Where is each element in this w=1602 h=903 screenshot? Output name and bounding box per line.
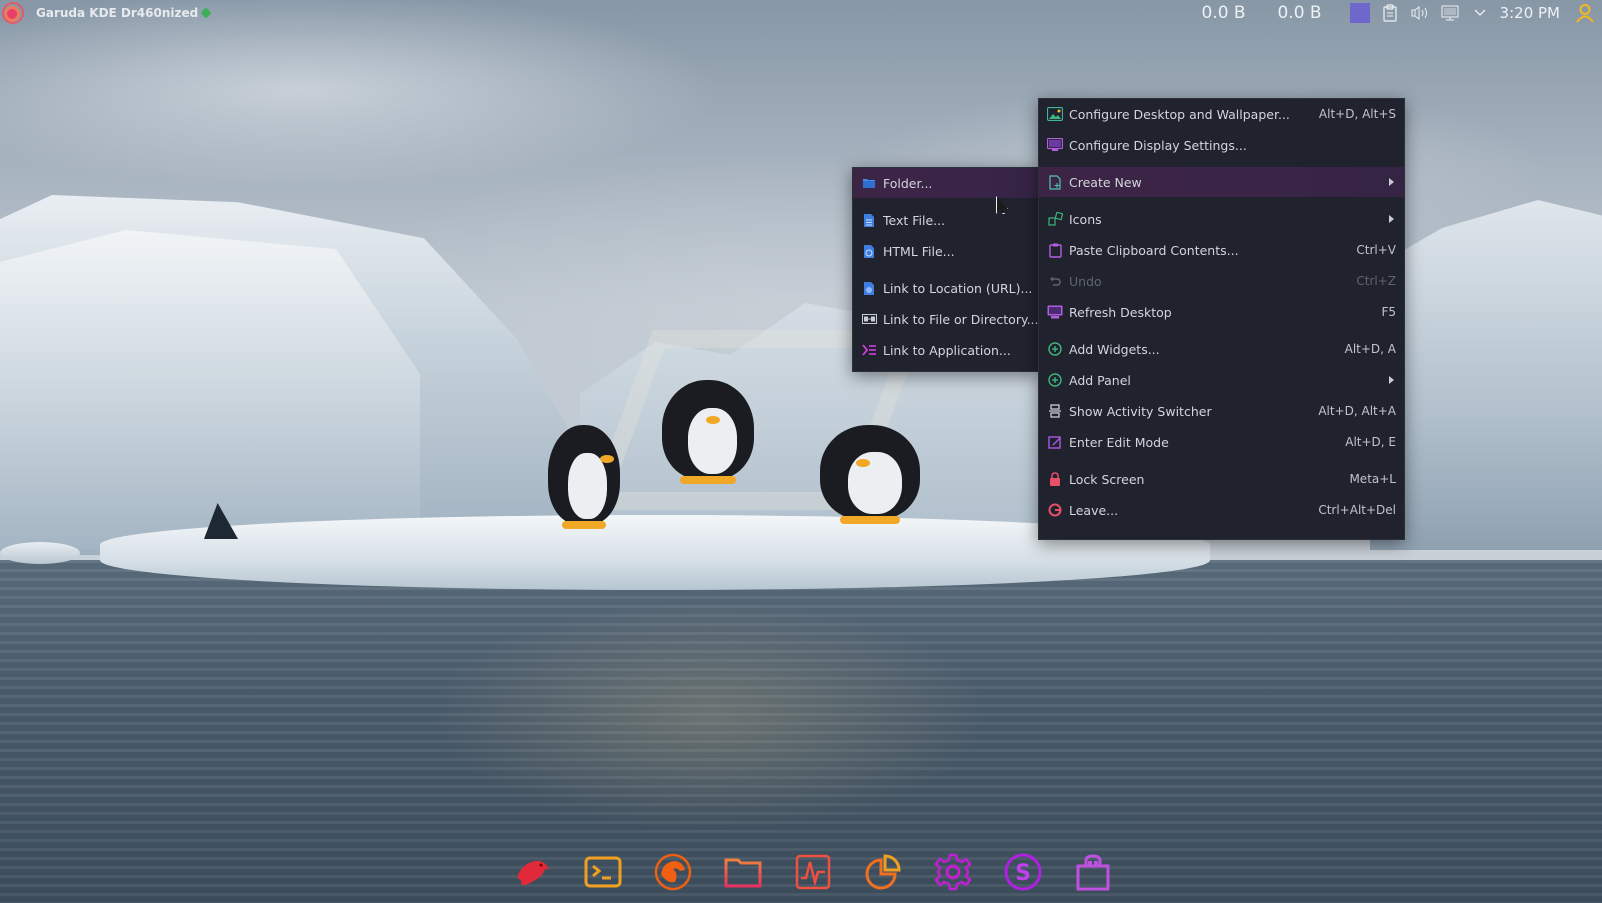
digital-clock[interactable]: 3:20 PM xyxy=(1500,4,1560,22)
menu-item-paste[interactable]: Paste Clipboard Contents... Ctrl+V xyxy=(1039,235,1404,265)
application-dock: S xyxy=(498,850,1128,894)
submenu-item-link-to-application[interactable]: Link to Application... xyxy=(853,335,1039,365)
dock-item-firedragon[interactable] xyxy=(638,850,708,894)
wallpaper-penguin-left xyxy=(548,425,620,529)
folder-icon xyxy=(724,858,762,888)
file-link-icon xyxy=(861,311,877,327)
menu-item-lock-screen[interactable]: Lock Screen Meta+L xyxy=(1039,464,1404,494)
terminal-icon xyxy=(584,856,622,888)
dock-item-terminal[interactable] xyxy=(568,850,638,894)
submenu-arrow-icon xyxy=(1389,178,1394,186)
wallpaper-reflection xyxy=(430,600,990,830)
submenu-item-text-file[interactable]: Text File... xyxy=(853,205,1039,235)
url-link-icon xyxy=(861,280,877,296)
wallpaper-small-floe xyxy=(0,542,80,564)
svg-text:S: S xyxy=(1015,861,1031,886)
dock-item-disk-usage[interactable] xyxy=(848,850,918,894)
garuda-logo-icon[interactable] xyxy=(2,2,24,24)
leave-icon xyxy=(1047,502,1063,518)
app-link-icon xyxy=(861,342,877,358)
folder-icon xyxy=(861,175,877,191)
desktop-context-menu: Configure Desktop and Wallpaper... Alt+D… xyxy=(1038,98,1405,540)
menu-item-add-panel[interactable]: Add Panel xyxy=(1039,365,1404,395)
dock-item-system-settings[interactable] xyxy=(918,850,988,894)
dock-item-package-store[interactable] xyxy=(1058,850,1128,894)
menu-item-undo[interactable]: Undo Ctrl+Z xyxy=(1039,266,1404,296)
submenu-arrow-icon xyxy=(1389,376,1394,384)
lock-icon xyxy=(1047,471,1063,487)
refresh-desktop-icon xyxy=(1047,304,1063,320)
pie-chart-icon xyxy=(865,854,901,890)
paste-icon xyxy=(1047,242,1063,258)
menu-item-add-widgets[interactable]: Add Widgets... Alt+D, A xyxy=(1039,334,1404,364)
network-upload-speed: 0.0 B xyxy=(1277,3,1322,23)
shopping-bag-icon xyxy=(1076,854,1110,891)
text-file-icon xyxy=(861,212,877,228)
gear-icon xyxy=(934,853,972,891)
menu-item-refresh-desktop[interactable]: Refresh Desktop F5 xyxy=(1039,297,1404,327)
add-icon xyxy=(1047,341,1063,357)
eagle-icon xyxy=(517,860,550,886)
network-download-speed: 0.0 B xyxy=(1201,3,1246,23)
edit-icon xyxy=(1047,434,1063,450)
active-window-title: Garuda KDE Dr460nized xyxy=(36,6,199,20)
menu-item-configure-display[interactable]: Configure Display Settings... xyxy=(1039,130,1404,160)
dock-item-system-monitor[interactable] xyxy=(778,850,848,894)
add-icon xyxy=(1047,372,1063,388)
s-circle-icon: S xyxy=(1004,853,1042,891)
activity-monitor-icon xyxy=(795,854,831,890)
undo-icon xyxy=(1047,273,1063,289)
activities-icon xyxy=(1047,403,1063,419)
submenu-arrow-icon xyxy=(1389,215,1394,223)
menu-item-activity-switcher[interactable]: Show Activity Switcher Alt+D, Alt+A xyxy=(1039,396,1404,426)
expand-tray-chevron-icon[interactable] xyxy=(1470,3,1490,23)
top-panel: Garuda KDE Dr460nized 0.0 B 0.0 B 3:20 P… xyxy=(0,0,1602,26)
clipboard-icon[interactable] xyxy=(1380,3,1400,23)
volume-icon[interactable] xyxy=(1410,3,1430,23)
dragon-icon xyxy=(654,853,692,891)
menu-item-icons[interactable]: Icons xyxy=(1039,204,1404,234)
system-tray: 0.0 B 0.0 B 3:20 PM xyxy=(1186,0,1602,26)
icons-icon xyxy=(1047,211,1063,227)
submenu-item-link-to-url[interactable]: Link to Location (URL)... xyxy=(853,273,1039,303)
new-file-icon xyxy=(1047,174,1063,190)
submenu-item-link-to-file[interactable]: Link to File or Directory... xyxy=(853,304,1039,334)
submenu-item-html-file[interactable]: HTML File... xyxy=(853,236,1039,266)
create-new-submenu: Folder... Text File... HTML File... Link… xyxy=(852,167,1040,372)
user-icon[interactable] xyxy=(1574,2,1596,24)
menu-item-edit-mode[interactable]: Enter Edit Mode Alt+D, E xyxy=(1039,427,1404,457)
virtual-desktop-pager-icon[interactable] xyxy=(1349,3,1370,23)
html-file-icon xyxy=(861,243,877,259)
submenu-item-folder[interactable]: Folder... xyxy=(853,168,1039,198)
wallpaper-penguin-right xyxy=(820,425,920,524)
display-icon xyxy=(1047,137,1063,153)
network-icon[interactable] xyxy=(1440,3,1460,23)
menu-item-configure-desktop[interactable]: Configure Desktop and Wallpaper... Alt+D… xyxy=(1039,99,1404,129)
dock-item-garuda-welcome[interactable] xyxy=(498,850,568,894)
wallpaper-icon xyxy=(1047,106,1063,122)
menu-item-create-new[interactable]: Create New xyxy=(1039,167,1404,197)
dock-item-file-manager[interactable] xyxy=(708,850,778,894)
dock-item-software-center[interactable]: S xyxy=(988,850,1058,894)
window-badge-icon xyxy=(200,7,212,19)
wallpaper-penguin-middle xyxy=(662,380,754,484)
menu-item-leave[interactable]: Leave... Ctrl+Alt+Del xyxy=(1039,495,1404,525)
